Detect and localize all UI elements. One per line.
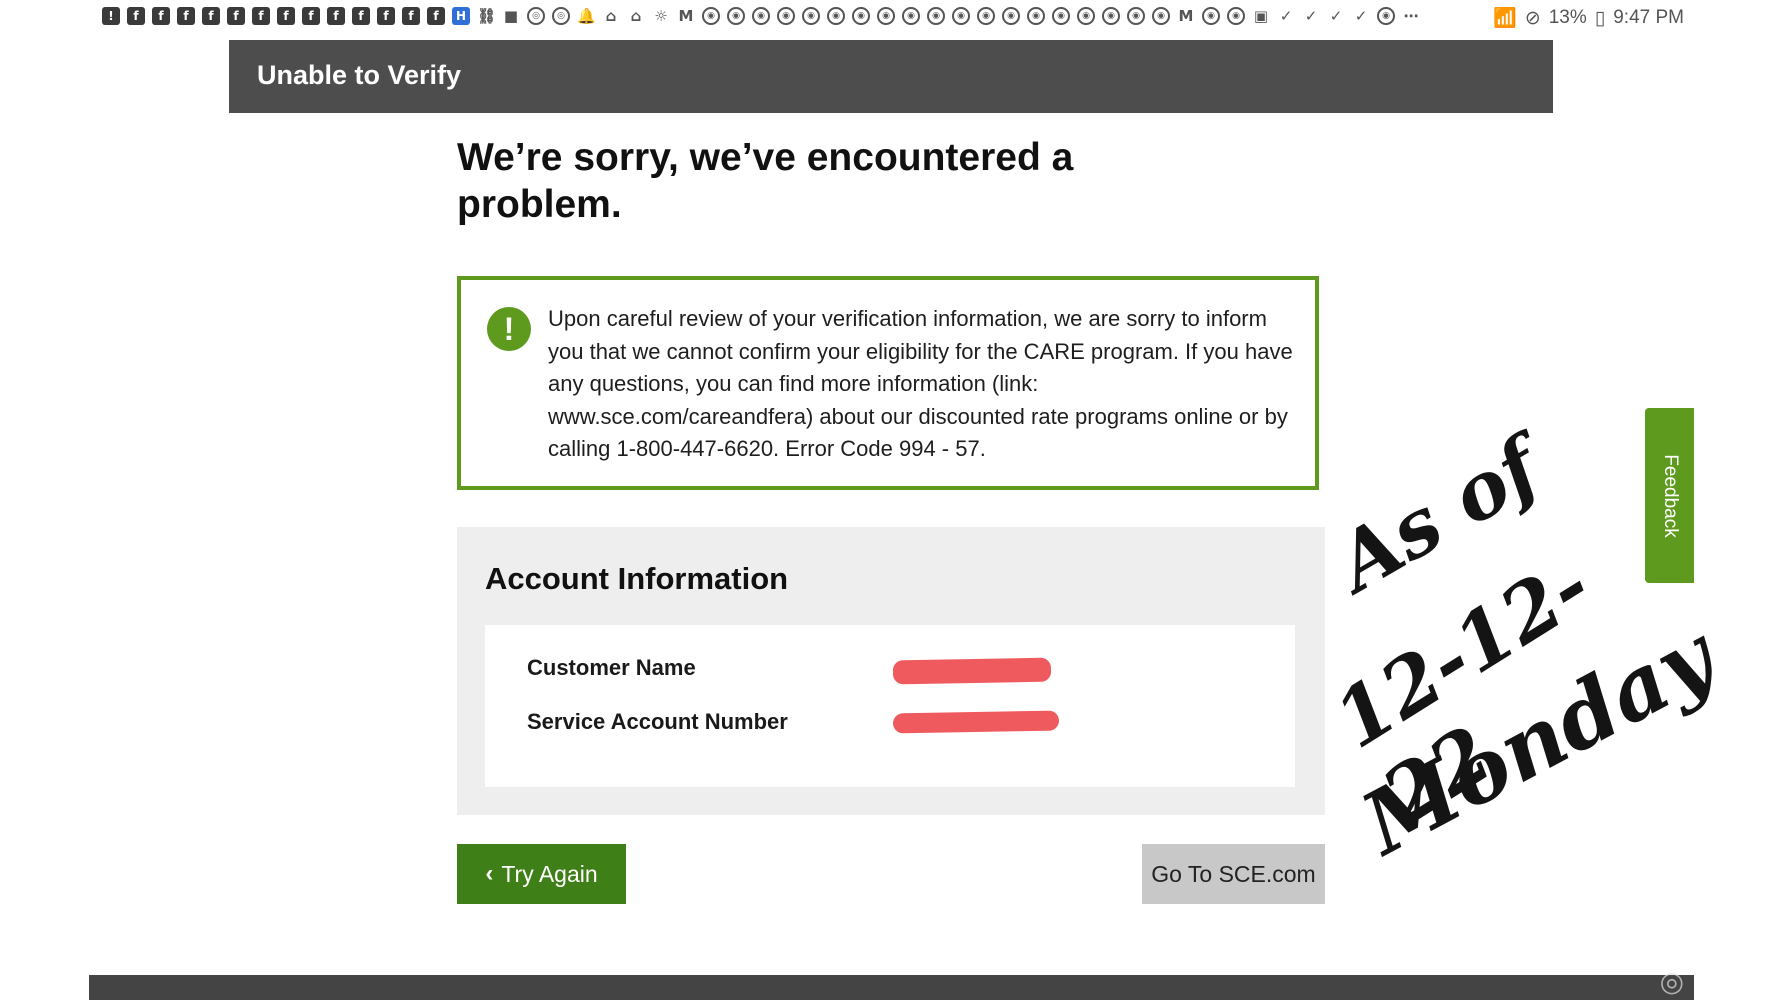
error-alert: ! Upon careful review of your verificati… [457,276,1319,490]
check-icon: ✓ [1279,7,1293,25]
notification-icons: ! f f f f f f f f f f f f f H ⛓ ■ ◎ ◎ 🔔 … [102,7,1420,25]
facebook-icon: f [427,7,445,25]
page-title: We’re sorry, we’ve encountered a problem… [457,136,1074,226]
link-icon: ⛓ [477,7,497,25]
chevron-left-icon: ‹ [485,860,494,887]
chrome-icon: ◉ [827,7,845,25]
go-to-sce-button[interactable]: Go To SCE.com [1142,844,1325,904]
gmail-icon: M [678,7,694,25]
facebook-icon: f [252,7,270,25]
image-icon: ▣ [1253,7,1269,25]
chrome-icon: ◉ [902,7,920,25]
facebook-icon: f [227,7,245,25]
facebook-icon: f [202,7,220,25]
account-details-card: Customer Name Service Account Number [485,625,1295,787]
chrome-icon: ◉ [777,7,795,25]
chrome-icon: ◉ [1027,7,1045,25]
chrome-icon: ◉ [702,7,720,25]
main-content: We’re sorry, we’ve encountered a problem… [457,134,1327,904]
wifi-icon: 📶 [1493,8,1517,29]
handwritten-annotation: As of 12-12-22 Monday [1319,422,1730,875]
chrome-icon: ◉ [1002,7,1020,25]
service-account-number-label: Service Account Number [527,709,788,734]
notification-icon: ! [102,7,120,25]
page-header: Unable to Verify [229,40,1553,113]
dnd-icon: ⊘ [1524,7,1541,29]
app-icon: H [452,7,470,25]
app-icon: ◎ [527,7,545,25]
chrome-icon: ◉ [977,7,995,25]
chrome-icon: ◉ [752,7,770,25]
header-title: Unable to Verify [257,60,462,90]
footer-logo: ◎ [1659,966,1684,997]
chrome-icon: ◉ [1102,7,1120,25]
chrome-icon: ◉ [927,7,945,25]
chrome-icon: ◉ [1227,7,1245,25]
check-icon: ✓ [1329,7,1343,25]
chrome-icon: ◉ [952,7,970,25]
account-information-title: Account Information [485,561,789,596]
go-to-sce-label: Go To SCE.com [1151,860,1316,887]
facebook-icon: f [302,7,320,25]
weather-icon: ☼ [654,7,668,25]
facebook-icon: f [352,7,370,25]
customer-name-redaction [892,657,1052,685]
bag-icon: ■ [503,7,519,25]
status-right: 📶 ⊘ 13% ▯ 9:47 PM [1493,6,1684,30]
facebook-icon: f [402,7,420,25]
chrome-icon: ◉ [1077,7,1095,25]
check-icon: ✓ [1304,7,1318,25]
chrome-icon: ◉ [852,7,870,25]
facebook-icon: f [377,7,395,25]
chrome-icon: ◉ [1052,7,1070,25]
chrome-icon: ◉ [727,7,745,25]
chrome-icon: ◉ [1127,7,1145,25]
status-bar: ! f f f f f f f f f f f f f H ⛓ ■ ◎ ◎ 🔔 … [0,0,1778,36]
facebook-icon: f [277,7,295,25]
more-icon: ⋯ [1403,7,1419,25]
battery-icon: ▯ [1594,7,1606,29]
customer-name-label: Customer Name [527,655,696,680]
facebook-icon: f [152,7,170,25]
exclamation-icon: ! [487,307,531,351]
home-icon: ⌂ [630,7,642,25]
try-again-label: Try Again [501,860,598,887]
facebook-icon: f [327,7,345,25]
chrome-icon: ◉ [1377,7,1395,25]
gmail-icon: M [1178,7,1194,25]
bell-icon: 🔔 [577,7,596,25]
facebook-icon: f [177,7,195,25]
service-account-number-redaction [892,710,1060,734]
chrome-icon: ◉ [877,7,895,25]
footer-bar: ◎ [89,966,1694,1000]
battery-percent: 13% [1548,7,1587,28]
chrome-icon: ◉ [1152,7,1170,25]
try-again-button[interactable]: ‹ Try Again [457,844,626,904]
home-icon: ⌂ [605,7,617,25]
account-information-panel: Account Information Customer Name Servic… [457,527,1325,815]
chrome-icon: ◉ [1202,7,1220,25]
facebook-icon: f [127,7,145,25]
chrome-icon: ◉ [802,7,820,25]
app-icon: ◎ [552,7,570,25]
check-icon: ✓ [1354,7,1368,25]
clock: 9:47 PM [1613,7,1684,28]
alert-message: Upon careful review of your verification… [548,306,1293,461]
